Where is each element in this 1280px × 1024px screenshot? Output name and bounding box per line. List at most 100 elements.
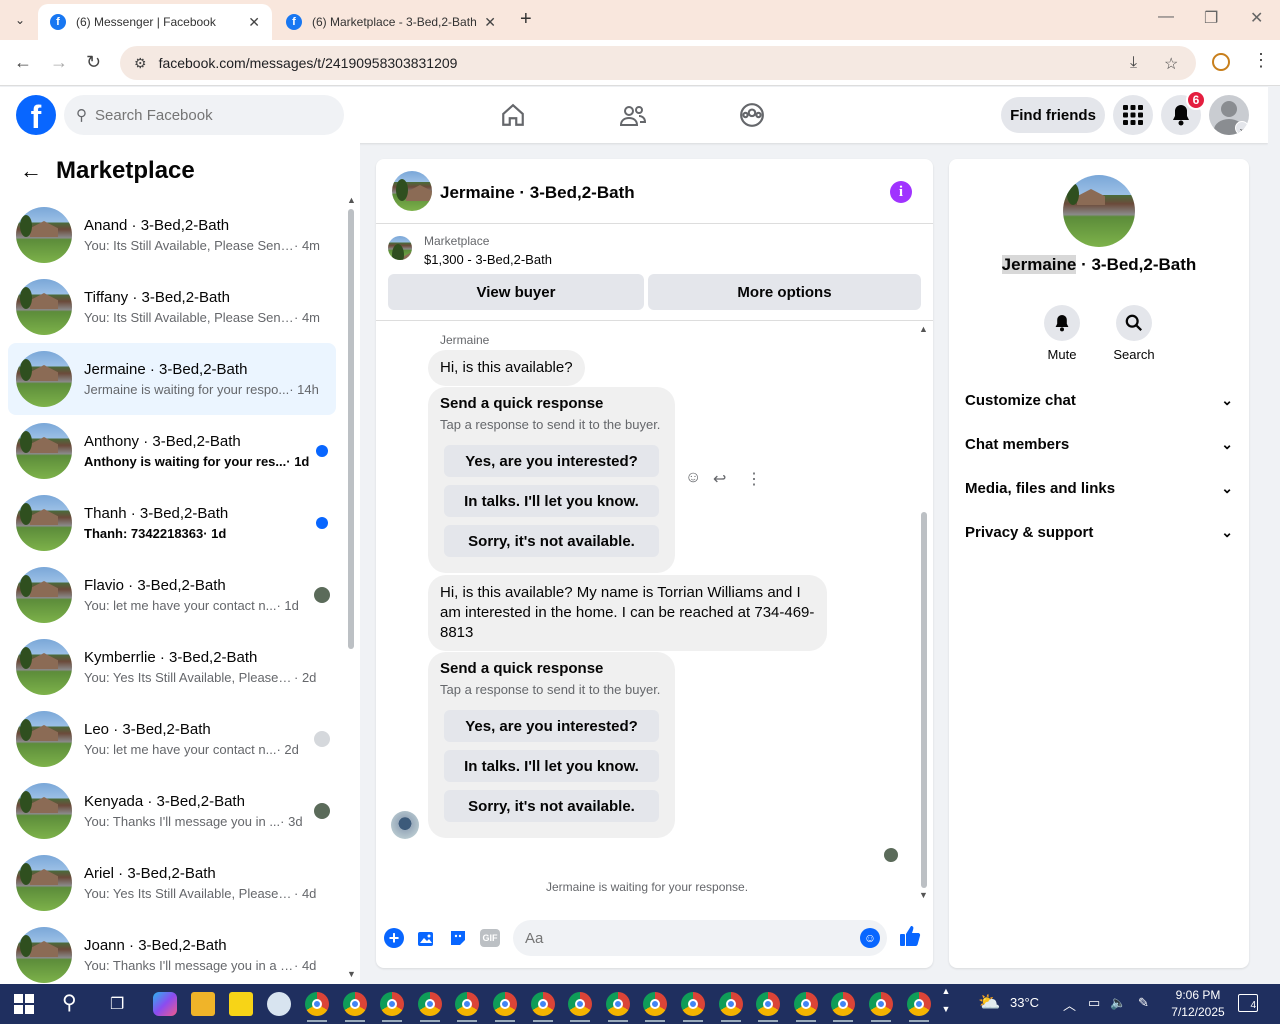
gif-icon[interactable]: GIF [480,929,500,947]
back-arrow-icon[interactable]: ← [20,158,42,184]
sticker-icon[interactable] [447,927,469,949]
chevron-down-icon[interactable]: ▼ [939,1004,953,1014]
paint-icon[interactable] [267,992,291,1016]
quick-reply-yes-button[interactable]: Yes, are you interested? [444,445,659,477]
view-buyer-button[interactable]: View buyer [388,274,644,310]
privacy-support-section[interactable]: Privacy & support ⌄ [965,512,1233,552]
close-tab-icon[interactable]: ✕ [484,14,496,31]
reload-icon[interactable]: ↻ [86,52,101,73]
sender-avatar[interactable] [391,811,419,839]
tab-search-icon[interactable]: ⌄ [8,8,32,32]
quick-reply-not-available-button[interactable]: Sorry, it's not available. [444,525,659,557]
chrome-taskbar-icon[interactable] [869,992,893,1016]
notification-center-icon[interactable]: 4 [1238,994,1258,1012]
chrome-taskbar-icon[interactable] [342,992,367,1016]
chrome-taskbar-icon[interactable] [455,992,480,1016]
scroll-down-icon[interactable]: ▼ [919,890,928,900]
chevron-up-icon[interactable]: ▲ [939,986,953,996]
search-action[interactable]: Search [1104,305,1164,362]
find-friends-button[interactable]: Find friends [1001,97,1105,133]
contact-avatar[interactable] [1063,175,1135,247]
chrome-taskbar-icon[interactable] [793,992,818,1016]
home-icon[interactable] [499,101,527,129]
conversation-item[interactable]: Tiffany · 3-Bed,2-Bath You: Its Still Ava… [8,271,336,343]
scroll-up-icon[interactable]: ▲ [919,324,928,334]
groups-icon[interactable] [738,101,766,129]
chrome-taskbar-icon[interactable] [681,992,705,1016]
message-input[interactable] [525,929,845,947]
browser-menu-icon[interactable]: ⋮ [1252,50,1270,71]
chrome-taskbar-icon[interactable] [380,992,405,1016]
reply-icon[interactable]: ↩ [713,469,726,489]
chrome-taskbar-icon[interactable] [643,992,668,1016]
chrome-taskbar-icon[interactable] [417,992,442,1016]
chrome-taskbar-icon[interactable] [568,992,593,1016]
pen-icon[interactable]: ✎ [1138,995,1149,1011]
minimize-icon[interactable]: — [1158,8,1174,26]
message-bubble[interactable]: Hi, is this available? [428,350,585,386]
new-tab-icon[interactable]: + [520,8,532,31]
message-bubble[interactable]: Hi, is this available? My name is Torria… [428,575,827,651]
conversation-item[interactable]: Flavio · 3-Bed,2-Bath You: let me have yo… [8,559,336,631]
chrome-taskbar-icon[interactable] [756,992,781,1016]
chat-avatar[interactable] [392,171,432,211]
conversation-item[interactable]: Anand · 3-Bed,2-Bath You: Its Still Avail… [8,199,336,271]
profile-icon[interactable] [1212,53,1230,71]
tab-marketplace[interactable]: f (6) Marketplace - 3-Bed,2-Bath ✕ [274,4,508,40]
conversation-item[interactable]: Jermaine · 3-Bed,2-Bath Jermaine is waiti… [8,343,336,415]
conversation-item[interactable]: Joann · 3-Bed,2-Bath You: Thanks I'll mes… [8,919,336,991]
meet-icon[interactable]: ▭ [1088,995,1100,1011]
chat-members-section[interactable]: Chat members ⌄ [965,424,1233,464]
scrollbar-thumb[interactable] [348,209,354,649]
temperature[interactable]: 33°C [1010,995,1039,1010]
task-view-icon[interactable]: ❐ [110,994,124,1014]
show-hidden-icons-icon[interactable]: ︿ [1063,995,1076,1014]
react-emoji-icon[interactable]: ☺ [685,469,701,487]
bookmark-star-icon[interactable]: ☆ [1164,54,1178,74]
conversation-item[interactable]: Anthony · 3-Bed,2-Bath Anthony is waiting… [8,415,336,487]
taskbar-search-icon[interactable]: ⚲ [62,990,77,1015]
tab-messenger[interactable]: f (6) Messenger | Facebook ✕ [38,4,272,40]
back-icon[interactable]: ← [14,52,32,73]
chrome-taskbar-icon[interactable] [906,992,931,1016]
conversation-item[interactable]: Leo · 3-Bed,2-Bath You: let me have your … [8,703,336,775]
file-explorer-icon[interactable] [191,992,215,1016]
forward-icon[interactable]: → [50,52,68,73]
windows-start-icon[interactable] [14,994,34,1014]
omnibox[interactable]: ⚙ facebook.com/messages/t/24190958303831… [120,46,1196,80]
search-input[interactable] [95,106,315,124]
chrome-taskbar-icon[interactable] [831,992,856,1016]
quick-reply-talks-button[interactable]: In talks. I'll let you know. [444,750,659,782]
conversation-item[interactable]: Kenyada · 3-Bed,2-Bath You: Thanks I'll m… [8,775,336,847]
more-actions-icon[interactable]: ⋮ [746,469,762,489]
scroll-down-icon[interactable]: ▼ [347,969,356,979]
chat-scrollbar[interactable]: ▲ ▼ [918,322,930,902]
facebook-logo-icon[interactable]: f [16,95,56,135]
info-icon[interactable]: i [890,181,912,203]
more-options-button[interactable]: More options [648,274,921,310]
quick-reply-talks-button[interactable]: In talks. I'll let you know. [444,485,659,517]
message-input-wrapper[interactable] [513,920,887,956]
chrome-taskbar-icon[interactable] [530,992,555,1016]
scroll-up-icon[interactable]: ▲ [347,195,356,205]
close-tab-icon[interactable]: ✕ [248,14,260,31]
scrollbar-thumb[interactable] [921,512,927,888]
conversation-item[interactable]: Ariel · 3-Bed,2-Bath You: Yes Its Still A… [8,847,336,919]
chrome-taskbar-icon[interactable] [605,992,630,1016]
window-close-icon[interactable]: ✕ [1250,8,1263,28]
taskbar-overflow[interactable]: ▲ ▼ [939,984,953,1024]
thumbs-up-icon[interactable] [899,925,921,953]
clock[interactable]: 9:06 PM 7/12/2025 [1170,987,1226,1021]
copilot-icon[interactable] [153,992,177,1016]
search-icon[interactable] [1116,305,1152,341]
site-settings-icon[interactable]: ⚙ [134,55,147,72]
emoji-icon[interactable]: ☺ [860,928,880,948]
media-files-links-section[interactable]: Media, files and links ⌄ [965,468,1233,508]
sticky-notes-icon[interactable] [229,992,253,1016]
friends-icon[interactable] [619,101,647,129]
add-plus-icon[interactable]: + [384,928,404,948]
quick-reply-yes-button[interactable]: Yes, are you interested? [444,710,659,742]
chat-title[interactable]: Jermaine · 3-Bed,2-Bath [440,183,635,203]
chrome-taskbar-icon[interactable] [305,992,329,1016]
restore-icon[interactable]: ❐ [1204,8,1218,28]
